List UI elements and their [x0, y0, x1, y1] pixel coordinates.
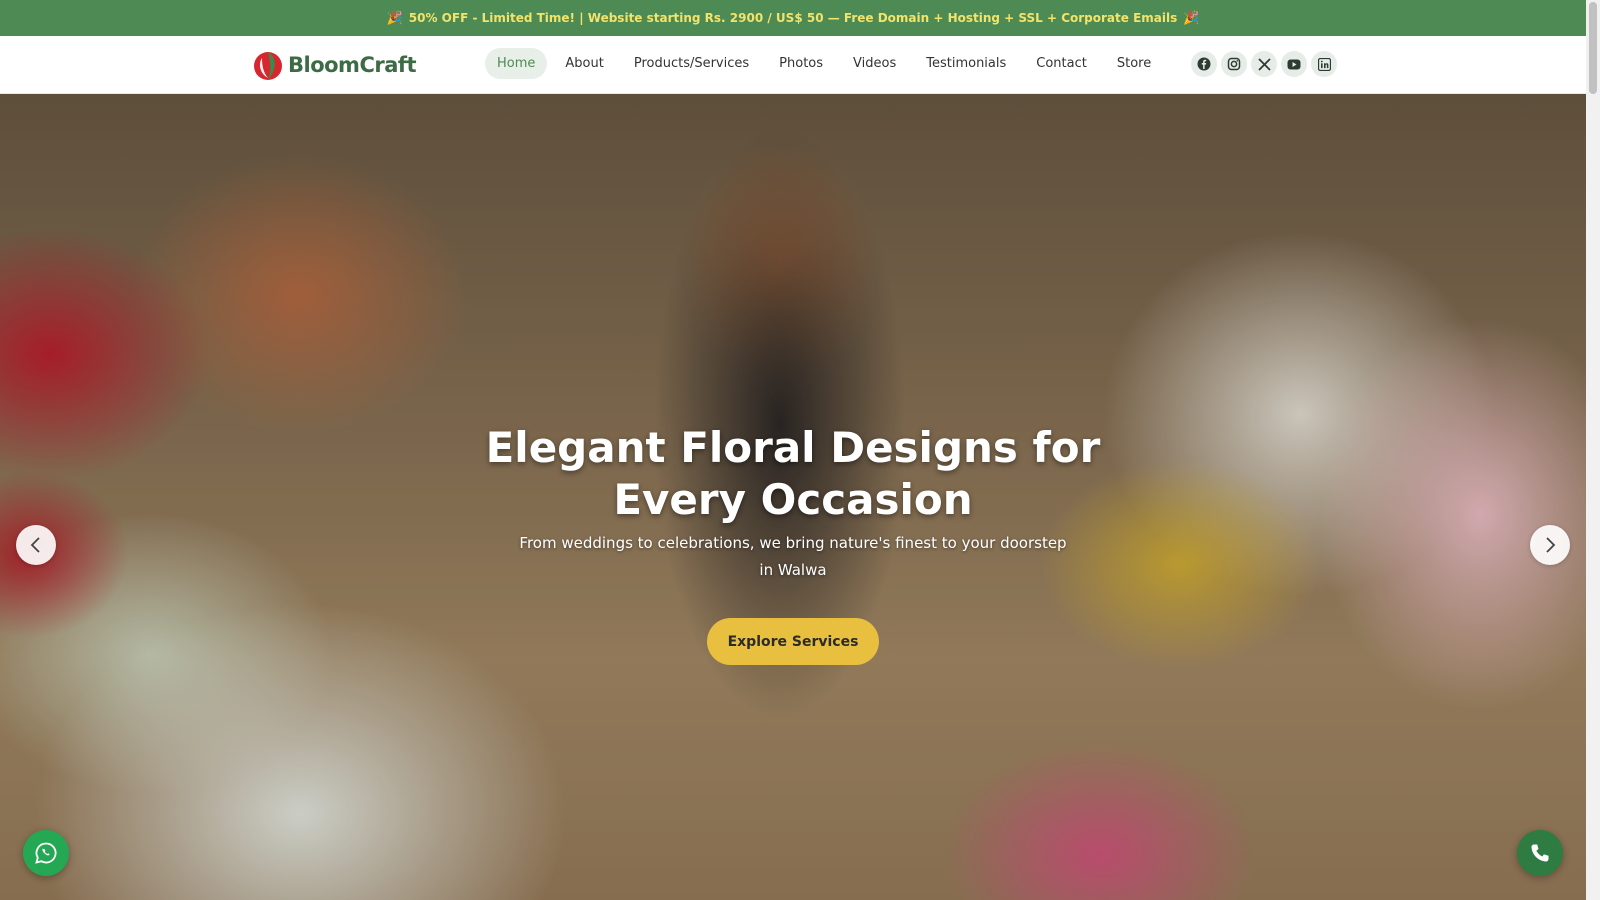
scrollbar-thumb[interactable]: [1589, 2, 1597, 94]
brand-name: BloomCraft: [288, 53, 417, 77]
nav-contact[interactable]: Contact: [1024, 48, 1099, 79]
call-button[interactable]: [1517, 830, 1563, 876]
social-links: [1191, 51, 1337, 77]
page-scrollbar[interactable]: [1586, 0, 1600, 900]
nav-about[interactable]: About: [553, 48, 615, 79]
nav-testimonials[interactable]: Testimonials: [914, 48, 1018, 79]
nav-products-services[interactable]: Products/Services: [622, 48, 761, 79]
promo-banner: 🎉 50% OFF - Limited Time! | Website star…: [0, 0, 1586, 36]
hero-subtitle: From weddings to celebrations, we bring …: [519, 534, 1067, 579]
youtube-icon[interactable]: [1281, 51, 1307, 77]
phone-icon: [1531, 844, 1549, 862]
nav-home[interactable]: Home: [485, 48, 548, 79]
logo[interactable]: BloomCraft: [252, 48, 417, 82]
chevron-left-icon: [30, 537, 40, 553]
facebook-icon[interactable]: [1191, 51, 1217, 77]
linkedin-icon[interactable]: [1311, 51, 1337, 77]
site-header: BloomCraft Home About Products/Services …: [0, 36, 1586, 94]
hero-banner: Elegant Floral Designs for Every Occasio…: [0, 94, 1586, 900]
promo-text: 50% OFF - Limited Time! | Website starti…: [408, 11, 1178, 25]
nav-photos[interactable]: Photos: [767, 48, 835, 79]
carousel-prev-button[interactable]: [16, 525, 56, 565]
nav-videos[interactable]: Videos: [841, 48, 908, 79]
nav-store[interactable]: Store: [1105, 48, 1163, 79]
whatsapp-button[interactable]: [23, 830, 69, 876]
flower-logo-icon: [254, 52, 282, 80]
chevron-right-icon: [1546, 537, 1556, 553]
carousel-next-button[interactable]: [1530, 525, 1570, 565]
main-nav: Home About Products/Services Photos Vide…: [485, 48, 1169, 79]
party-icon: 🎉: [1183, 10, 1200, 26]
party-icon: 🎉: [386, 10, 403, 26]
whatsapp-icon: [35, 842, 57, 864]
hero-title: Elegant Floral Designs for Every Occasio…: [485, 423, 1101, 524]
explore-services-button[interactable]: Explore Services: [707, 618, 879, 665]
instagram-icon[interactable]: [1221, 51, 1247, 77]
x-icon[interactable]: [1251, 51, 1277, 77]
